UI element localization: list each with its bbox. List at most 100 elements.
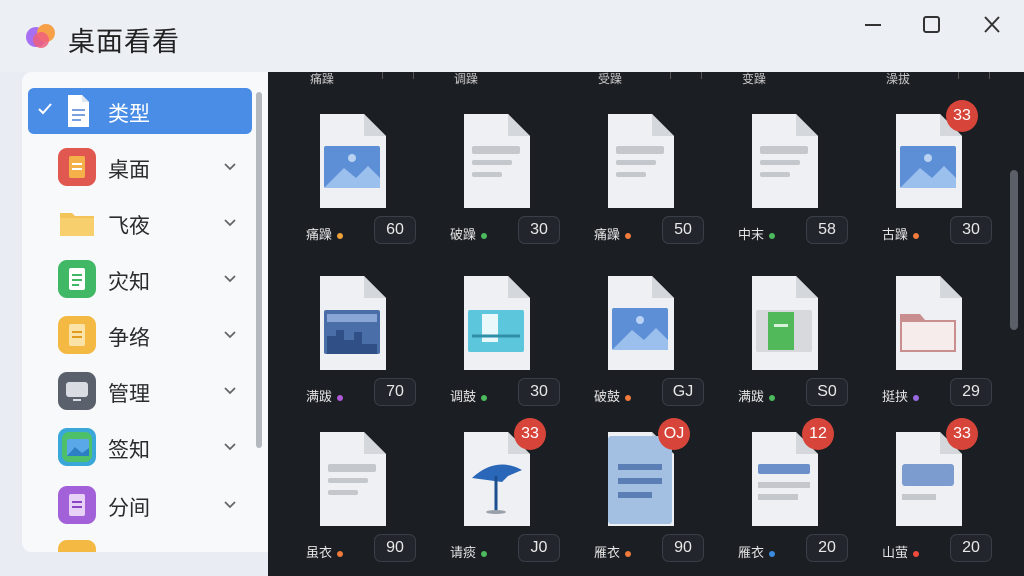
grid-scrollbar[interactable] [1010,170,1018,330]
status-dot [481,550,488,557]
file-name: 破鼓 [594,386,632,405]
chevron-down-icon[interactable] [222,326,238,342]
sidebar-item-zaizhi[interactable]: 灾知 [28,256,252,302]
file-name: 雁衣 [738,542,776,561]
count-badge: 20 [950,534,992,562]
file-image-icon [604,274,676,372]
notification-badge: 33 [514,418,546,450]
file-tile[interactable]: 破躁 30 [442,112,572,262]
count-badge: 30 [518,216,560,244]
count-badge: 60 [374,216,416,244]
sidebar-item-qianzhi[interactable]: 签知 [28,424,252,470]
document-icon [68,95,89,127]
notification-badge: 33 [946,418,978,450]
file-tile[interactable]: 满跋 S0 [730,274,860,424]
title-bar: 桌面看看 [0,0,1024,72]
count-badge: S0 [806,378,848,406]
status-dot [913,550,920,557]
status-dot [337,232,344,239]
file-tile[interactable]: 虽衣 90 [298,430,428,576]
partial-label: 调躁 [454,72,479,86]
sidebar-item-label: 管理 [108,383,150,406]
file-name: 调鼓 [450,386,488,405]
file-tile[interactable]: 雁衣 90 OJ [586,418,716,576]
file-folder-icon [892,274,964,372]
notes-icon [58,316,96,354]
file-tile[interactable]: 痛躁 50 [586,112,716,262]
file-tile[interactable]: 满跋 70 [298,274,428,424]
chevron-down-icon[interactable] [222,496,238,512]
status-dot [337,394,344,401]
file-tile[interactable]: 古躁 30 33 [874,100,1004,262]
file-name: 满跋 [738,386,776,405]
partial-label: 痛躁 [310,72,335,86]
check-icon [38,103,52,115]
sidebar-item-fenjian[interactable]: 分间 [28,482,252,528]
file-name: 古躁 [882,224,920,243]
file-text-icon [316,430,388,528]
file-text-icon [748,112,820,210]
file-tile[interactable]: 调鼓 30 [442,274,572,424]
chevron-down-icon[interactable] [222,158,238,174]
count-badge: 30 [518,378,560,406]
minimize-button[interactable] [854,12,892,38]
file-tile[interactable]: 雁衣 20 12 [730,418,860,576]
file-tile[interactable]: 破鼓 GJ [586,274,716,424]
notification-badge: 33 [946,100,978,132]
chevron-down-icon[interactable] [222,438,238,454]
status-dot [481,394,488,401]
maximize-icon [923,16,940,33]
partial-label: 受躁 [598,72,623,86]
notification-badge: OJ [658,418,690,450]
close-button[interactable] [973,12,1011,38]
file-name: 雁衣 [594,542,632,561]
file-tile[interactable]: 挺挟 29 [874,274,1004,424]
file-grid: 痛躁 调躁 受躁 变躁 澡拔 痛躁 60 破躁 30 痛躁 50 中末 58 古躁 30 33 满跋 7… [268,72,1024,576]
count-badge: J0 [518,534,560,562]
sidebar-item-label: 签知 [108,439,150,462]
file-tile[interactable]: 请痰 J0 33 [442,418,572,576]
sidebar: 类型 桌面 飞夜 灾知 争络 管理 签知 分间 [22,72,268,552]
sidebar-item-feiye[interactable]: 飞夜 [28,200,252,246]
sidebar-item-label: 灾知 [108,271,150,294]
partial-label: 变躁 [742,72,767,86]
minimize-icon [865,24,881,26]
count-badge: 30 [950,216,992,244]
status-dot [625,232,632,239]
status-dot [337,550,344,557]
file-tile[interactable]: 痛躁 60 [298,112,428,262]
partial-count [670,72,702,79]
maximize-button[interactable] [912,12,950,38]
file-name: 痛躁 [594,224,632,243]
sidebar-scrollbar[interactable] [256,92,262,448]
count-badge: 29 [950,378,992,406]
file-tile[interactable]: 山萤 20 33 [874,418,1004,576]
count-badge: 70 [374,378,416,406]
status-dot [769,394,776,401]
file-name: 虽衣 [306,542,344,561]
file-image-icon [316,112,388,210]
gallery-icon [58,428,96,466]
chevron-down-icon[interactable] [222,214,238,230]
partial-count [958,72,990,79]
sidebar-item-label: 飞夜 [108,215,150,238]
file-name: 山萤 [882,542,920,561]
file-name: 破躁 [450,224,488,243]
file-name: 满跋 [306,386,344,405]
app-title: 桌面看看 [68,27,180,57]
sidebar-item-desktop[interactable]: 桌面 [28,144,252,190]
count-badge: 90 [374,534,416,562]
status-dot [913,232,920,239]
chevron-down-icon[interactable] [222,270,238,286]
status-dot [625,394,632,401]
sidebar-item-type[interactable]: 类型 [28,88,252,134]
sidebar-item-manage[interactable]: 管理 [28,368,252,414]
chevron-down-icon[interactable] [222,382,238,398]
partial-label: 澡拔 [886,72,911,86]
sidebar-item-label: 桌面 [108,159,150,182]
sidebar-item-zhengluo[interactable]: 争络 [28,312,252,358]
sidebar-item-label: 争络 [108,327,150,350]
file-web-icon [316,274,388,372]
file-tile[interactable]: 中末 58 [730,112,860,262]
status-dot [481,232,488,239]
